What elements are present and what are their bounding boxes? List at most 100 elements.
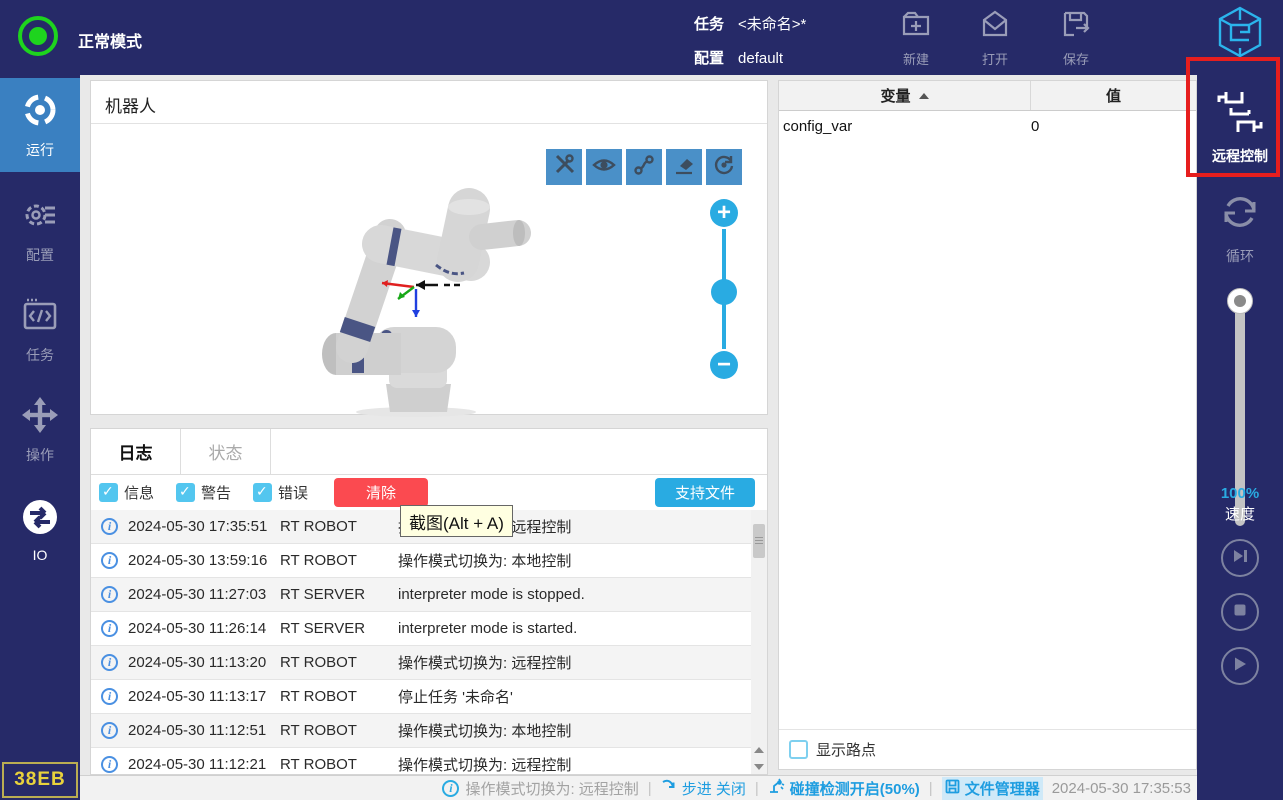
loop-label: 循环 (1226, 246, 1254, 266)
robot-rotate-button[interactable] (706, 149, 742, 185)
log-time: 2024-05-30 11:12:21 (128, 756, 280, 773)
play-button[interactable] (1221, 647, 1259, 685)
log-row[interactable]: i 2024-05-30 11:26:14 RT SERVER interpre… (91, 612, 753, 646)
collision-icon (768, 778, 785, 798)
log-scrollbar[interactable] (751, 510, 767, 775)
log-row[interactable]: i 2024-05-30 11:13:17 RT ROBOT 停止任务 '未命名… (91, 680, 753, 714)
open-task-button[interactable]: 打开 (963, 8, 1027, 68)
sidebar-item-config-label: 配置 (26, 245, 54, 265)
filter-info-checkbox[interactable] (99, 483, 118, 502)
log-time: 2024-05-30 11:26:14 (128, 620, 280, 637)
sidebar-item-run[interactable]: 运行 (0, 78, 80, 172)
sidebar-item-io-label: IO (33, 547, 48, 563)
support-files-button[interactable]: 支持文件 (655, 478, 755, 507)
sidebar-item-jog-label: 操作 (26, 445, 54, 465)
log-row[interactable]: i 2024-05-30 11:27:03 RT SERVER interpre… (91, 578, 753, 612)
run-icon (21, 91, 59, 134)
file-manager-icon (945, 779, 960, 798)
sidebar-item-io[interactable]: IO (0, 483, 80, 577)
remote-control-icon (1217, 90, 1263, 139)
tab-status[interactable]: 状态 (181, 429, 271, 474)
log-message: 操作模式切换为: 远程控制 (398, 652, 753, 673)
scrollbar-thumb[interactable] (753, 524, 765, 558)
save-task-button[interactable]: 保存 (1044, 8, 1108, 68)
chevron-down-icon (754, 764, 764, 770)
filter-error-label: 错误 (278, 482, 308, 503)
log-source: RT SERVER (280, 586, 398, 603)
column-header-variable[interactable]: 变量 (779, 81, 1031, 110)
column-header-value[interactable]: 值 (1031, 81, 1196, 110)
scroll-down-button[interactable] (751, 759, 767, 775)
save-icon (1060, 8, 1092, 45)
robot-tools-button[interactable] (546, 149, 582, 185)
settings-icon (21, 196, 59, 239)
log-row[interactable]: i 2024-05-30 11:12:51 RT ROBOT 操作模式切换为: … (91, 714, 753, 748)
step-mode-status[interactable]: 步进 关闭 (661, 778, 746, 799)
info-icon: i (101, 518, 118, 535)
status-message-text: 操作模式切换为: 远程控制 (465, 778, 638, 799)
info-icon: i (101, 620, 118, 637)
info-icon: i (101, 756, 118, 773)
zoom-slider-handle[interactable] (711, 279, 737, 305)
log-source: RT ROBOT (280, 654, 398, 671)
new-task-button[interactable]: 新建 (884, 8, 948, 68)
status-message: i 操作模式切换为: 远程控制 (442, 778, 638, 799)
new-task-label: 新建 (903, 49, 929, 68)
log-row[interactable]: i 2024-05-30 11:13:20 RT ROBOT 操作模式切换为: … (91, 646, 753, 680)
variable-name: config_var (779, 118, 1031, 135)
filter-error-checkbox[interactable] (253, 483, 272, 502)
file-manager-text: 文件管理器 (965, 778, 1040, 799)
status-badge[interactable]: 38EB (2, 762, 78, 798)
skip-next-icon (1230, 546, 1250, 571)
robot-erase-button[interactable] (666, 149, 702, 185)
clear-log-button[interactable]: 清除 (334, 478, 428, 507)
robot-panel-title: 机器人 (105, 92, 156, 117)
open-file-icon (979, 8, 1011, 45)
log-message: interpreter mode is stopped. (398, 586, 753, 603)
log-source: RT ROBOT (280, 688, 398, 705)
robot-path-button[interactable] (626, 149, 662, 185)
show-waypoints-checkbox[interactable] (789, 740, 808, 759)
tab-log[interactable]: 日志 (91, 429, 181, 474)
speed-percent: 100% (1197, 485, 1283, 502)
save-task-label: 保存 (1063, 49, 1089, 68)
sort-ascending-icon (919, 93, 929, 99)
info-icon: i (101, 552, 118, 569)
robot-view-button[interactable] (586, 149, 622, 185)
table-row[interactable]: config_var 0 (779, 111, 1196, 141)
log-message: interpreter mode is started. (398, 620, 753, 637)
info-icon: i (101, 688, 118, 705)
variables-panel: 变量 值 config_var 0 显示路点 (778, 80, 1197, 770)
jog-icon (21, 396, 59, 439)
speed-slider-handle[interactable] (1227, 288, 1253, 314)
rotate-icon (712, 153, 736, 182)
sidebar-item-jog[interactable]: 操作 (0, 383, 80, 477)
log-row[interactable]: i 2024-05-30 11:12:21 RT ROBOT 操作模式切换为: … (91, 748, 753, 775)
loop-button[interactable]: 循环 (1197, 190, 1283, 266)
sidebar-item-config[interactable]: 配置 (0, 183, 80, 277)
remote-control-button[interactable]: 远程控制 (1197, 90, 1283, 166)
divider: | (648, 780, 652, 797)
divider (91, 123, 767, 124)
log-row[interactable]: i 2024-05-30 13:59:16 RT ROBOT 操作模式切换为: … (91, 544, 753, 578)
zoom-out-button[interactable]: − (710, 351, 738, 379)
robot-3d-view[interactable] (286, 169, 536, 419)
filter-warning-label: 警告 (201, 482, 231, 503)
log-source: RT ROBOT (280, 518, 398, 535)
sidebar-item-task[interactable]: 任务 (0, 283, 80, 377)
collision-text: 碰撞检测开启(50%) (790, 778, 920, 799)
task-info: 任务<未命名>* (694, 13, 806, 34)
loop-icon (1218, 190, 1262, 239)
filter-warning-checkbox[interactable] (176, 483, 195, 502)
scroll-up-button[interactable] (751, 742, 767, 758)
collision-status[interactable]: 碰撞检测开启(50%) (768, 778, 920, 799)
variable-column-label: 变量 (880, 85, 910, 106)
log-source: RT ROBOT (280, 756, 398, 773)
variables-table-header: 变量 值 (779, 81, 1196, 111)
config-value: default (738, 50, 783, 67)
step-next-button[interactable] (1221, 539, 1259, 577)
file-manager-button[interactable]: 文件管理器 (942, 777, 1043, 800)
zoom-in-button[interactable]: + (710, 199, 738, 227)
path-icon (632, 153, 656, 182)
stop-button[interactable] (1221, 593, 1259, 631)
